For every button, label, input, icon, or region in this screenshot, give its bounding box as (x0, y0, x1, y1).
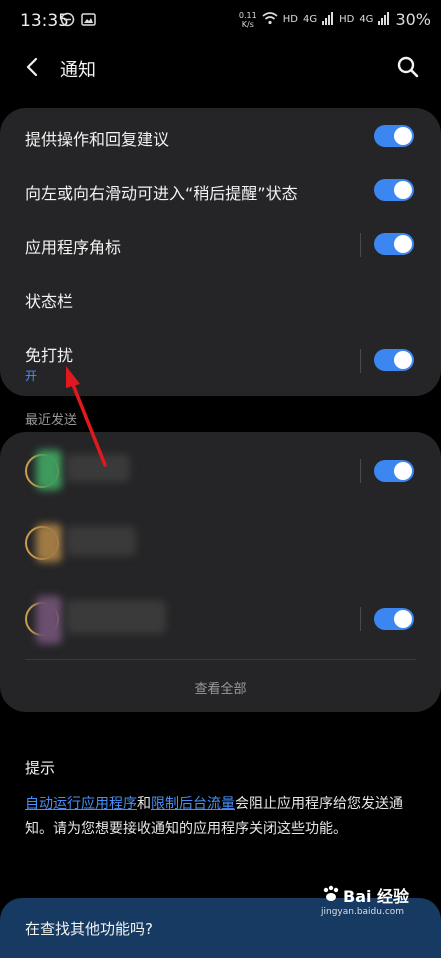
status-bar: 13:35 0.11 K/s HD 4G HD 4G 30% (0, 0, 441, 42)
setting-label: 免打扰 (25, 346, 74, 365)
watermark-url: jingyan.baidu.com (321, 907, 405, 917)
restrict-background-data-link[interactable]: 限制后台流量 (151, 796, 235, 812)
network-speed: 0.11 K/s (238, 10, 257, 29)
search-icon[interactable] (395, 54, 421, 80)
hd-label-2: HD (339, 14, 355, 25)
paw-logo-icon (321, 884, 341, 908)
dnd-status-sub: 开 (25, 369, 38, 383)
setting-row-status-bar[interactable]: 状态栏 (0, 272, 441, 326)
recent-app-row-2[interactable] (0, 512, 441, 574)
swipe-snooze-toggle[interactable] (374, 179, 414, 201)
setting-label: 向左或向右滑动可进入“稍后提醒”状态 (25, 184, 298, 203)
see-all-button[interactable]: 查看全部 (0, 678, 441, 697)
divider (360, 233, 361, 257)
blurred-app-icon (36, 596, 62, 644)
page-title: 通知 (60, 60, 96, 81)
divider (360, 459, 361, 483)
tips-title: 提示 (25, 759, 56, 777)
app-badges-toggle[interactable] (374, 233, 414, 255)
wifi-icon (262, 11, 278, 28)
tips-text: 自动运行应用程序和限制后台流量会阻止应用程序给您发送通知。请为您想要接收通知的应… (25, 796, 403, 837)
divider (360, 349, 361, 373)
recent-section-label: 最近发送 (25, 413, 78, 428)
blurred-app-name (66, 454, 130, 482)
gallery-icon (81, 12, 96, 27)
app-bar: 通知 (0, 42, 441, 92)
divider (360, 607, 361, 631)
dnd-status-icon (60, 12, 75, 27)
back-arrow-icon[interactable] (20, 54, 46, 80)
divider (25, 659, 416, 660)
blurred-app-name (66, 526, 136, 556)
baidu-watermark: Bai 经验 jingyan.baidu.com (321, 883, 416, 923)
recent-app-row-3[interactable] (0, 584, 441, 654)
signal-icon-2 (378, 11, 390, 28)
signal-icon-1 (322, 11, 334, 28)
network-type-2: 4G (359, 14, 374, 25)
recent-apps-card: 查看全部 (0, 432, 441, 712)
setting-label: 状态栏 (25, 292, 74, 311)
auto-run-apps-link[interactable]: 自动运行应用程序 (25, 796, 137, 812)
setting-label: 应用程序角标 (25, 238, 122, 257)
suggest-actions-toggle[interactable] (374, 125, 414, 147)
app-3-toggle[interactable] (374, 608, 414, 630)
setting-row-suggest-actions[interactable]: 提供操作和回复建议 (0, 108, 441, 164)
hd-label-1: HD (282, 14, 298, 25)
setting-row-do-not-disturb[interactable]: 免打扰 开 (0, 326, 441, 396)
notification-settings-card: 提供操作和回复建议 向左或向右滑动可进入“稍后提醒”状态 应用程序角标 状态栏 … (0, 108, 441, 396)
setting-row-app-badges[interactable]: 应用程序角标 (0, 218, 441, 272)
looking-for-other-features-text: 在查找其他功能吗? (25, 920, 153, 938)
dnd-toggle[interactable] (374, 349, 414, 371)
blurred-app-name (66, 600, 166, 634)
blurred-app-icon (36, 524, 62, 562)
watermark-main-text: Bai 经验 (343, 887, 410, 906)
setting-label: 提供操作和回复建议 (25, 130, 170, 149)
network-type-1: 4G (302, 14, 318, 25)
recent-app-row-1[interactable] (0, 440, 441, 502)
battery-level: 30% (395, 10, 431, 29)
app-1-toggle[interactable] (374, 460, 414, 482)
setting-row-swipe-snooze[interactable]: 向左或向右滑动可进入“稍后提醒”状态 (0, 164, 441, 218)
blurred-app-icon (36, 450, 62, 490)
